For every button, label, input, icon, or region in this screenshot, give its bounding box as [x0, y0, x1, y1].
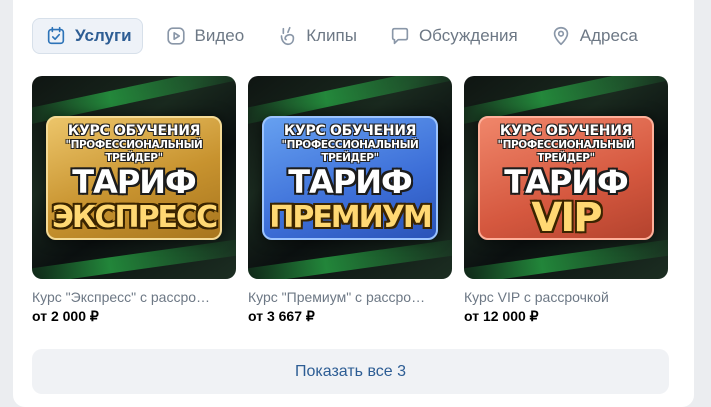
image-text-program: "ПРОФЕССИОНАЛЬНЫЙ ТРЕЙДЕР"	[65, 139, 203, 164]
tab-label: Обсуждения	[418, 26, 518, 45]
product-price: от 2 000 ₽	[32, 308, 99, 324]
decorative-stripe	[464, 237, 668, 279]
community-content-card: Услуги Видео Клипы Обсуждения Адреса КУР…	[13, 0, 694, 407]
product-image[interactable]: КУРС ОБУЧЕНИЯ "ПРОФЕССИОНАЛЬНЫЙ ТРЕЙДЕР"…	[464, 76, 668, 279]
product-title[interactable]: Курс "Экспресс" с рассро…	[32, 288, 236, 306]
section-tabs: Услуги Видео Клипы Обсуждения Адреса	[32, 18, 658, 54]
image-text-tariff-name: VIP	[531, 195, 602, 241]
image-text-tariff-name: ПРЕМИУМ	[269, 200, 433, 235]
product-card[interactable]: КУРС ОБУЧЕНИЯ "ПРОФЕССИОНАЛЬНЫЙ ТРЕЙДЕР"…	[32, 76, 236, 325]
chat-icon	[391, 27, 409, 45]
tab-addresses[interactable]: Адреса	[538, 18, 648, 54]
decorative-stripe	[32, 237, 236, 279]
product-title[interactable]: Курс "Премиум" с рассро…	[248, 288, 452, 306]
play-icon	[166, 27, 185, 45]
products-row: КУРС ОБУЧЕНИЯ "ПРОФЕССИОНАЛЬНЫЙ ТРЕЙДЕР"…	[32, 76, 680, 325]
tariff-plate: КУРС ОБУЧЕНИЯ "ПРОФЕССИОНАЛЬНЫЙ ТРЕЙДЕР"…	[46, 116, 222, 240]
image-text-tariff: ТАРИФ	[288, 163, 413, 201]
product-price: от 3 667 ₽	[248, 308, 315, 324]
product-price: от 12 000 ₽	[464, 308, 539, 324]
image-text-course: КУРС ОБУЧЕНИЯ	[499, 123, 633, 139]
decorative-stripe	[248, 237, 452, 279]
image-text-course: КУРС ОБУЧЕНИЯ	[283, 123, 417, 139]
product-card[interactable]: КУРС ОБУЧЕНИЯ "ПРОФЕССИОНАЛЬНЫЙ ТРЕЙДЕР"…	[464, 76, 668, 325]
image-text-tariff: ТАРИФ	[504, 163, 629, 201]
tab-discussions[interactable]: Обсуждения	[377, 18, 528, 54]
tab-label: Адреса	[579, 26, 638, 45]
image-text-program: "ПРОФЕССИОНАЛЬНЫЙ ТРЕЙДЕР"	[497, 139, 635, 164]
image-text-tariff: ТАРИФ	[72, 163, 197, 201]
location-pin-icon	[553, 26, 568, 46]
product-card[interactable]: КУРС ОБУЧЕНИЯ "ПРОФЕССИОНАЛЬНЫЙ ТРЕЙДЕР"…	[248, 76, 452, 325]
tariff-plate: КУРС ОБУЧЕНИЯ "ПРОФЕССИОНАЛЬНЫЙ ТРЕЙДЕР"…	[262, 116, 438, 240]
product-image[interactable]: КУРС ОБУЧЕНИЯ "ПРОФЕССИОНАЛЬНЫЙ ТРЕЙДЕР"…	[32, 76, 236, 279]
tab-label: Услуги	[75, 26, 132, 45]
tab-services[interactable]: Услуги	[32, 18, 143, 54]
product-image[interactable]: КУРС ОБУЧЕНИЯ "ПРОФЕССИОНАЛЬНЫЙ ТРЕЙДЕР"…	[248, 76, 452, 279]
product-title[interactable]: Курс VIP с рассрочкой	[464, 288, 668, 306]
image-text-course: КУРС ОБУЧЕНИЯ	[67, 123, 201, 139]
tab-label: Клипы	[306, 26, 357, 45]
image-text-program: "ПРОФЕССИОНАЛЬНЫЙ ТРЕЙДЕР"	[281, 139, 419, 164]
tariff-plate: КУРС ОБУЧЕНИЯ "ПРОФЕССИОНАЛЬНЫЙ ТРЕЙДЕР"…	[478, 116, 654, 240]
calendar-check-icon	[47, 26, 65, 45]
tab-label: Видео	[194, 26, 245, 45]
show-all-button[interactable]: Показать все 3	[32, 349, 669, 394]
clips-icon	[280, 26, 295, 46]
tab-video[interactable]: Видео	[153, 18, 255, 54]
tab-clips[interactable]: Клипы	[264, 18, 367, 54]
image-text-tariff-name: ЭКСПРЕСС	[51, 200, 218, 235]
